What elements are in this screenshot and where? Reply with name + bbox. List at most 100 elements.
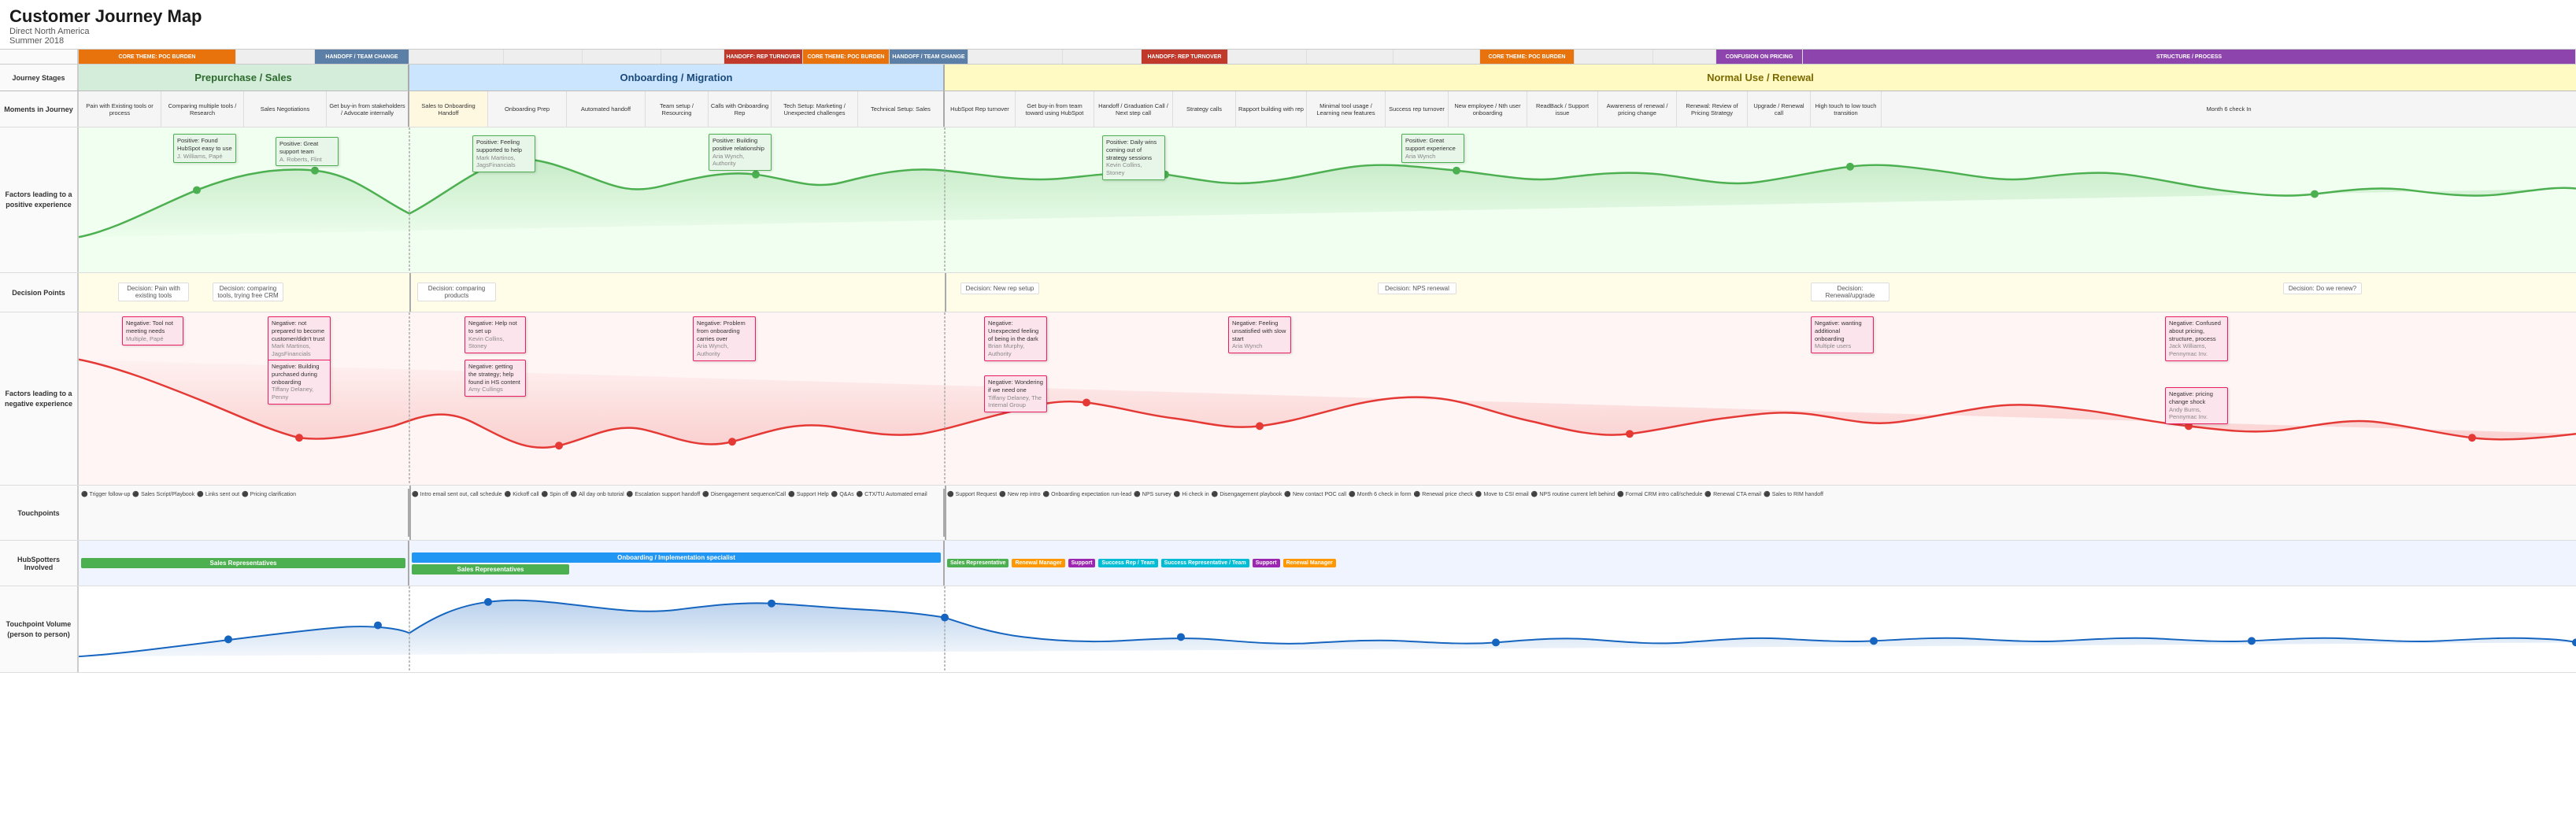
moment-compare: Comparing multiple tools / Research [161, 91, 244, 127]
stage-onboarding: Onboarding / Migration [409, 65, 945, 91]
tp-qas: ⚫ Q&As [831, 491, 854, 497]
tp-new-contact: ⚫ New contact POC call [1284, 491, 1346, 497]
pos-note-4: Positive: Building positive relationship… [709, 134, 772, 171]
tp-renewal-cta: ⚫ Renewal CTA email [1704, 491, 1761, 497]
tp-support: ⚫ Support Help [788, 491, 829, 497]
neg-note-10: Negative: wanting additional onboardingM… [1811, 316, 1874, 353]
negative-content: Negative: Tool not meeting needsMultiple… [79, 312, 2576, 485]
neg-note-11: Negative: Confused about pricing, struct… [2165, 316, 2228, 361]
theme-empty-onb3 [583, 50, 661, 64]
neg-note-3: Negative: Building purchased during onbo… [268, 360, 331, 405]
tp-pricing: ⚫ Pricing clarification [242, 491, 296, 497]
neg-note-4: Negative: Help not to set upKevin Collin… [464, 316, 526, 353]
dp-5: Decision: NPS renewal [1378, 283, 1456, 294]
volume-content [79, 586, 2576, 672]
hs-onb-specialist: Onboarding / Implementation specialist [412, 552, 941, 563]
moment-tech-sales: Technical Setup: Sales [858, 91, 943, 127]
tp-kickoff: ⚫ Kickoff call [505, 491, 539, 497]
page-title: Customer Journey Map [9, 6, 2567, 27]
moment-calls-onb: Calls with Onboarding Rep [709, 91, 772, 127]
theme-poc-burden-3: CORE THEME: POC BURDEN [1480, 50, 1575, 64]
tp-trigger: ⚫ Trigger follow-up [81, 491, 130, 497]
theme-empty-onb2 [504, 50, 583, 64]
moment-team-setup: Team setup / Resourcing [646, 91, 709, 127]
dp-2: Decision: comparing tools, trying free C… [213, 283, 283, 301]
moment-month6: Month 6 check In [1882, 91, 2576, 127]
negative-label: Factors leading to a negative experience [0, 312, 79, 485]
theme-confusion-2: STRUCTURE / PROCESS [1803, 50, 2576, 64]
moment-buyin: Get buy-in from stakeholders / Advocate … [327, 91, 408, 127]
tp-escalation: ⚫ Escalation support handoff [627, 491, 700, 497]
moment-new-employee: New employee / Nth user onboarding [1449, 91, 1527, 127]
neg-note-5: Negative: getting the strategy; help fou… [464, 360, 526, 397]
theme-empty-pre [236, 50, 315, 64]
theme-empty-norm7 [1653, 50, 1716, 64]
hs-sales-rep-1: Sales Representatives [81, 558, 405, 568]
neg-note-12: Negative: pricing change shockAndy Burns… [2165, 387, 2228, 424]
tp-disengage-2: ⚫ Disengagement playbook [1212, 491, 1282, 497]
positive-content: Positive: Found HubSpot easy to useJ. Wi… [79, 127, 2576, 272]
neg-note-2: Negative: not prepared to become custome… [268, 316, 331, 361]
theme-empty-norm2 [1063, 50, 1142, 64]
neg-note-1: Negative: Tool not meeting needsMultiple… [122, 316, 183, 345]
dp-3: Decision: comparing products [417, 283, 496, 301]
tp-hi-checkin: ⚫ Hi check in [1174, 491, 1209, 497]
moments-content: Pain with Existing tools or process Comp… [79, 91, 2576, 127]
moment-strategy: Strategy calls [1173, 91, 1236, 127]
hs-success-rep: Success Rep / Team [1098, 559, 1157, 567]
theme-empty-norm5 [1393, 50, 1480, 64]
moment-high-low: High touch to low touch transition [1811, 91, 1882, 127]
pos-note-5: Positive: Daily wins coming out of strat… [1102, 135, 1165, 180]
moment-buyin-team: Get buy-in from team toward using HubSpo… [1016, 91, 1094, 127]
hs-success-rep-2: Success Representative / Team [1161, 559, 1249, 567]
hubspotters-label: HubSpotters Involved [0, 541, 79, 586]
subtitle-line1: Direct North America [9, 27, 2567, 36]
header: Customer Journey Map Direct North Americ… [0, 0, 2576, 49]
theme-handoff-team-1: HANDOFF / TEAM CHANGE [315, 50, 409, 64]
moment-pain: Pain with Existing tools or process [79, 91, 161, 127]
tp-disengage: ⚫ Disengagement sequence/Call [702, 491, 786, 497]
moment-renewal-review: Renewal: Review of Pricing Strategy [1677, 91, 1748, 127]
neg-note-9: Negative: Feeling unsatisfied with slow … [1228, 316, 1291, 353]
tp-ctx: ⚫ CTX/TU Automated email [857, 491, 927, 497]
moment-handoff-grad: Handoff / Graduation Call / Next step ca… [1094, 91, 1173, 127]
pos-note-2: Positive: Great support teamA. Roberts, … [276, 137, 339, 166]
tp-csi-email: ⚫ Move to CSI email [1475, 491, 1529, 497]
moment-awareness: Awareness of renewal / pricing change [1598, 91, 1677, 127]
moment-minimal: Minimal tool usage / Learning new featur… [1307, 91, 1386, 127]
touchpoints-label: Touchpoints [0, 486, 79, 540]
tp-formal-crm: ⚫ Formal CRM intro call/schedule [1617, 491, 1702, 497]
pos-note-6: Positive: Great support experienceAria W… [1401, 134, 1464, 163]
page-container: Customer Journey Map Direct North Americ… [0, 0, 2576, 673]
theme-rep-turnover-1: HANDOFF: REP TURNOVER [724, 50, 803, 64]
hs-support-2: Support [1253, 559, 1280, 567]
dp-4: Decision: New rep setup [960, 283, 1039, 294]
tp-intro-email: ⚫ Intro email sent out, call schedule [412, 491, 502, 497]
theme-empty-norm3 [1228, 50, 1307, 64]
theme-empty-norm6 [1575, 50, 1653, 64]
tp-allday: ⚫ All day onb tutorial [571, 491, 624, 497]
theme-empty-onb1 [409, 50, 504, 64]
theme-handoff-team-2: HANDOFF / TEAM CHANGE [890, 50, 968, 64]
moment-success-turnover: Success rep turnover [1386, 91, 1449, 127]
tp-nps: ⚫ NPS survey [1134, 491, 1171, 497]
touchpoints-content: ⚫ Trigger follow-up ⚫ Sales Script/Playb… [79, 486, 2576, 540]
theme-rep-turnover-2: HANDOFF: REP TURNOVER [1142, 50, 1228, 64]
tp-links: ⚫ Links sent out [197, 491, 239, 497]
dp-7: Decision: Do we renew? [2283, 283, 2362, 294]
tp-spinoff: ⚫ Spin off [542, 491, 568, 497]
theme-poc-burden-2: CORE THEME: POC BURDEN [803, 50, 890, 64]
tp-script: ⚫ Sales Script/Playbook [132, 491, 194, 497]
neg-note-6: Negative: Problem from onboarding carrie… [693, 316, 756, 361]
journey-stages-label: Journey Stages [0, 65, 79, 91]
theme-empty-norm1 [968, 50, 1063, 64]
dp-6: Decision: Renewal/upgrade [1811, 283, 1889, 301]
hs-sales-rep-3: Sales Representative [947, 559, 1009, 567]
moment-rapport: Rapport building with rep [1236, 91, 1307, 127]
decisions-label: Decision Points [0, 273, 79, 312]
theme-confusion-1: CONFUSION ON PRICING [1716, 50, 1803, 64]
theme-empty-norm4 [1307, 50, 1393, 64]
neg-note-8: Negative: Wondering if we need oneTiffan… [984, 375, 1047, 412]
moments-label: Moments in Journey [0, 91, 79, 127]
hs-sales-rep-2: Sales Representatives [412, 564, 569, 575]
